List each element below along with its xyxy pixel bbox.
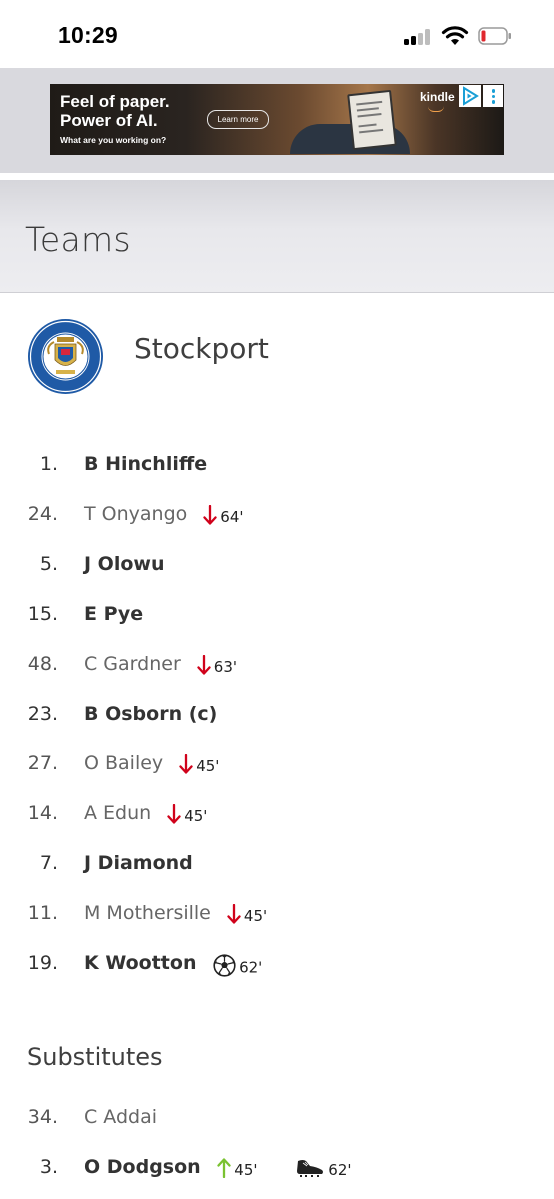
kindle-ad-banner[interactable]: Feel of paper. Power of AI. What are you… (50, 84, 504, 155)
event-minute: 45' (184, 807, 208, 826)
player-name[interactable]: C Addai (84, 1106, 157, 1128)
match-event-sub-off: 45' (227, 903, 268, 928)
ad-brand-logo: kindle (420, 90, 455, 104)
event-minute: 45' (234, 1161, 258, 1179)
status-bar: 10:29 (0, 0, 554, 68)
status-time: 10:29 (58, 22, 118, 48)
ad-tagline: What are you working on? (60, 135, 167, 145)
player-row[interactable]: 5. J Olowu (0, 553, 554, 593)
adchoices-icon[interactable] (459, 85, 481, 107)
player-number: 23. (27, 702, 58, 725)
match-event-sub-off: 45' (179, 754, 219, 778)
event-minute: 64' (220, 507, 244, 526)
player-number: 1. (39, 453, 58, 475)
ad-learn-more-button[interactable]: Learn more (207, 110, 269, 129)
player-number: 34. (27, 1106, 58, 1128)
player-row[interactable]: 14. A Edun 45' (0, 802, 554, 842)
wifi-icon (441, 26, 469, 45)
match-event-sub-off: 45' (167, 804, 207, 828)
player-number: 3. (39, 1156, 58, 1178)
amazon-smile-icon (428, 106, 444, 112)
arrow-down-icon (167, 804, 181, 828)
arrow-up-icon (217, 1158, 231, 1182)
arrow-down-icon (203, 504, 217, 529)
player-name[interactable]: T Onyango (84, 503, 187, 525)
player-number: 5. (39, 552, 58, 575)
player-name[interactable]: B Hinchliffe (84, 453, 207, 475)
player-name[interactable]: O Dodgson (84, 1156, 201, 1178)
match-event-sub-off: 64' (203, 504, 244, 529)
event-minute: 45' (243, 907, 268, 926)
cellular-signal-icon (404, 29, 434, 45)
player-number: 14. (27, 802, 58, 825)
player-name[interactable]: E Pye (84, 603, 143, 625)
player-number: 11. (27, 902, 58, 925)
ad-tablet-image (347, 89, 397, 151)
team-name[interactable]: Stockport (134, 332, 269, 365)
ad-band: Feel of paper. Power of AI. What are you… (0, 68, 554, 173)
match-event-sub-off: 63' (197, 654, 237, 679)
player-row[interactable]: 34. C Addai (0, 1106, 554, 1146)
player-name[interactable]: O Bailey (84, 752, 163, 774)
player-row[interactable]: 48. C Gardner 63' (0, 653, 554, 693)
ad-menu-icon[interactable] (483, 85, 503, 107)
event-minute: 62' (239, 958, 263, 977)
player-number: 19. (27, 952, 58, 974)
player-name[interactable]: J Diamond (84, 852, 193, 874)
football-icon (213, 954, 236, 981)
player-number: 24. (27, 502, 58, 525)
arrow-down-icon (179, 754, 193, 778)
player-number: 48. (27, 652, 58, 675)
boot-icon (295, 1158, 325, 1182)
ad-headline-2: Power of AI. (60, 111, 158, 130)
player-row[interactable]: 7. J Diamond (0, 852, 554, 892)
player-row[interactable]: 27. O Bailey 45' (0, 752, 554, 792)
player-row[interactable]: 15. E Pye (0, 603, 554, 643)
event-minute: 45' (196, 757, 220, 776)
event-minute: 63' (213, 657, 237, 676)
event-minute: 62' (328, 1161, 352, 1179)
player-number: 27. (27, 752, 58, 775)
battery-icon (478, 27, 511, 45)
player-name[interactable]: J Olowu (84, 553, 164, 575)
match-event-sub-on: 45' (217, 1158, 258, 1182)
ad-headline-1: Feel of paper. (60, 92, 170, 111)
player-name[interactable]: B Osborn (c) (84, 703, 217, 725)
player-row[interactable]: 23. B Osborn (c) (0, 703, 554, 743)
arrow-down-icon (197, 654, 211, 679)
player-row[interactable]: 3. O Dodgson 45' 62' (0, 1156, 554, 1196)
player-number: 15. (27, 602, 58, 625)
page-title: Teams (25, 220, 131, 259)
substitutes-heading: Substitutes (27, 1043, 163, 1071)
player-name[interactable]: A Edun (84, 802, 151, 824)
player-row[interactable]: 11. M Mothersille 45' (0, 902, 554, 942)
stockport-county-crest-icon (28, 319, 103, 394)
teams-header: Teams (0, 180, 554, 293)
player-name[interactable]: M Mothersille (84, 902, 211, 924)
player-row[interactable]: 19. K Wootton 62' (0, 952, 554, 992)
match-event-assist: 62' (295, 1158, 352, 1182)
player-name[interactable]: C Gardner (84, 653, 181, 675)
player-row[interactable]: 1. B Hinchliffe (0, 453, 554, 493)
player-row[interactable]: 24. T Onyango 64' (0, 503, 554, 543)
player-name[interactable]: K Wootton (84, 952, 196, 974)
arrow-down-icon (227, 903, 241, 928)
player-number: 7. (39, 852, 58, 875)
match-event-goal: 62' (213, 954, 262, 981)
